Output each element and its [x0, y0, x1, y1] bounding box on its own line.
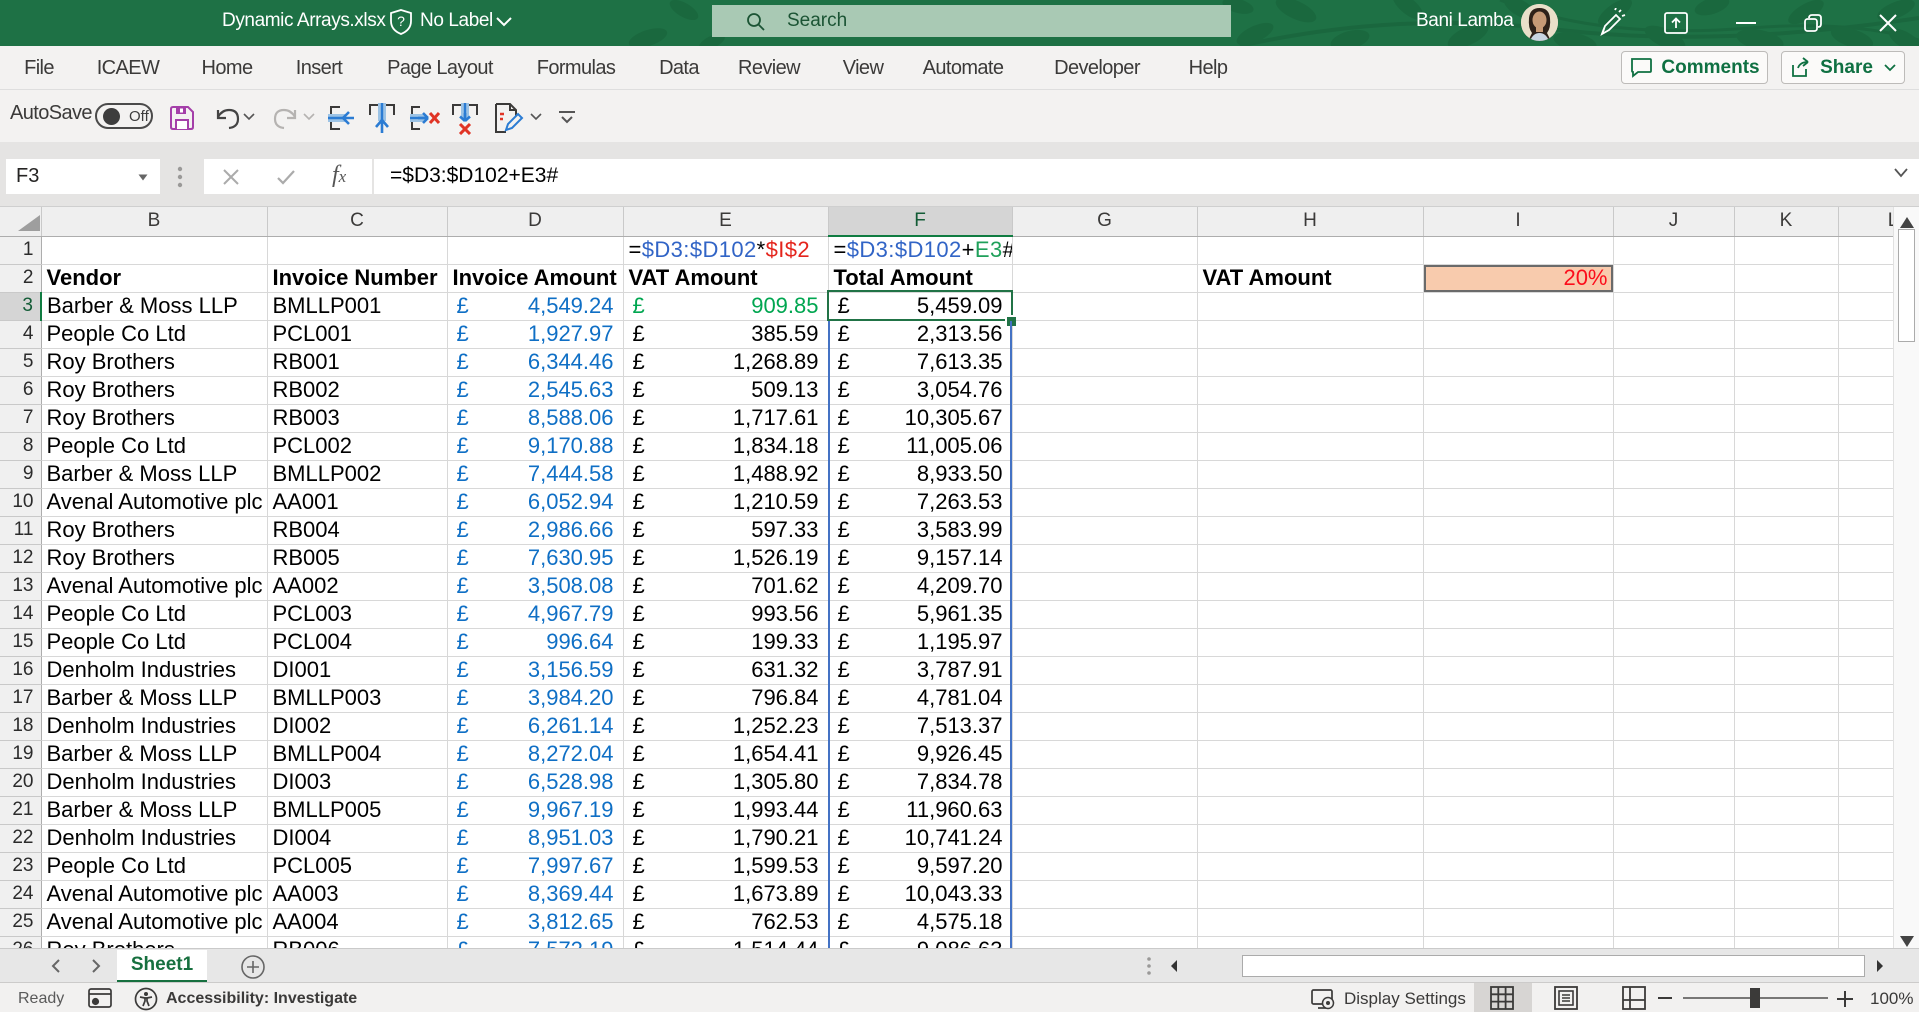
svg-text:?: ?: [397, 13, 405, 29]
